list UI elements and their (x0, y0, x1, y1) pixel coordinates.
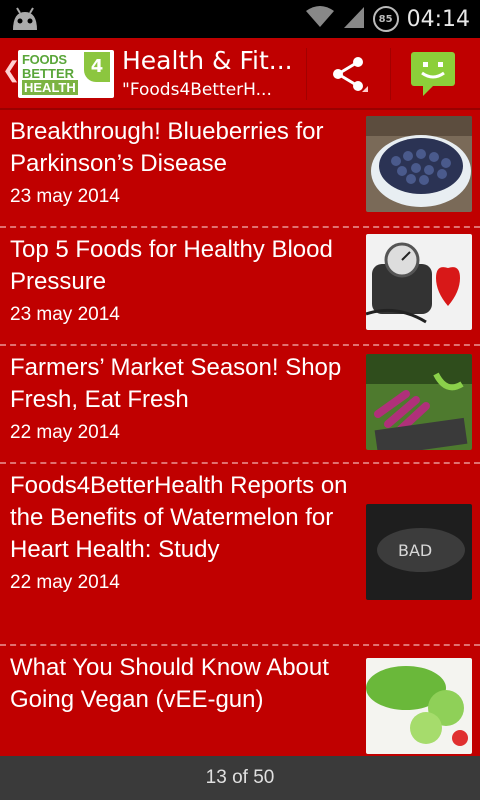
vegan-image (366, 658, 472, 754)
article-date: 22 may 2014 (10, 572, 120, 593)
divider (390, 48, 391, 100)
logo-line3: HEALTH (22, 80, 78, 95)
article-list[interactable]: Breakthrough! Blueberries for Parkinson’… (0, 110, 480, 756)
article-headline: Top 5 Foods for Healthy Blood Pressure (10, 236, 333, 295)
list-item[interactable]: Foods4BetterHealth Reports on the Benefi… (0, 464, 480, 646)
list-item[interactable]: Farmers’ Market Season! Shop Fresh, Eat … (0, 346, 480, 464)
list-item[interactable]: Top 5 Foods for Healthy Blood Pressure 2… (0, 228, 480, 346)
pager-label: 13 of 50 (205, 767, 275, 788)
action-bar: ❮ FOODS BETTER HEALTH 4 Health & Fit... … (0, 38, 480, 110)
signal-icon (343, 5, 365, 33)
logo-line2: BETTER (22, 66, 74, 81)
article-headline: Breakthrough! Blueberries for Parkinson’… (10, 118, 324, 177)
bad-image: BAD (366, 504, 472, 600)
app-logo[interactable]: FOODS BETTER HEALTH 4 (18, 50, 114, 98)
blueberries-image (366, 116, 472, 212)
logo-line1: FOODS (22, 52, 67, 67)
chat-icon (411, 52, 455, 96)
farmers-market-image (366, 354, 472, 450)
share-icon (333, 57, 368, 92)
status-bar: 85 04:14 (0, 0, 480, 38)
chat-button[interactable] (398, 46, 468, 102)
divider (306, 48, 307, 100)
blood-pressure-image (366, 234, 472, 330)
list-item[interactable]: Breakthrough! Blueberries for Parkinson’… (0, 110, 480, 228)
page-subtitle: "Foods4BetterH... (122, 80, 272, 100)
article-date: 22 may 2014 (10, 422, 120, 443)
android-icon (10, 6, 40, 32)
wifi-icon (305, 5, 335, 33)
pager: 13 of 50 (0, 756, 480, 800)
bad-label: BAD (398, 541, 432, 560)
page-title: Health & Fit... (122, 46, 293, 75)
clock: 04:14 (406, 6, 470, 32)
list-item[interactable]: What You Should Know About Going Vegan (… (0, 646, 480, 756)
article-headline: Foods4BetterHealth Reports on the Benefi… (10, 472, 348, 563)
logo-number: 4 (84, 52, 110, 82)
article-date: 23 may 2014 (10, 304, 120, 325)
battery-icon: 85 (372, 6, 399, 32)
article-headline: Farmers’ Market Season! Shop Fresh, Eat … (10, 354, 342, 413)
article-headline: What You Should Know About Going Vegan (… (10, 654, 329, 713)
article-date: 23 may 2014 (10, 186, 120, 207)
share-button[interactable] (312, 48, 384, 100)
